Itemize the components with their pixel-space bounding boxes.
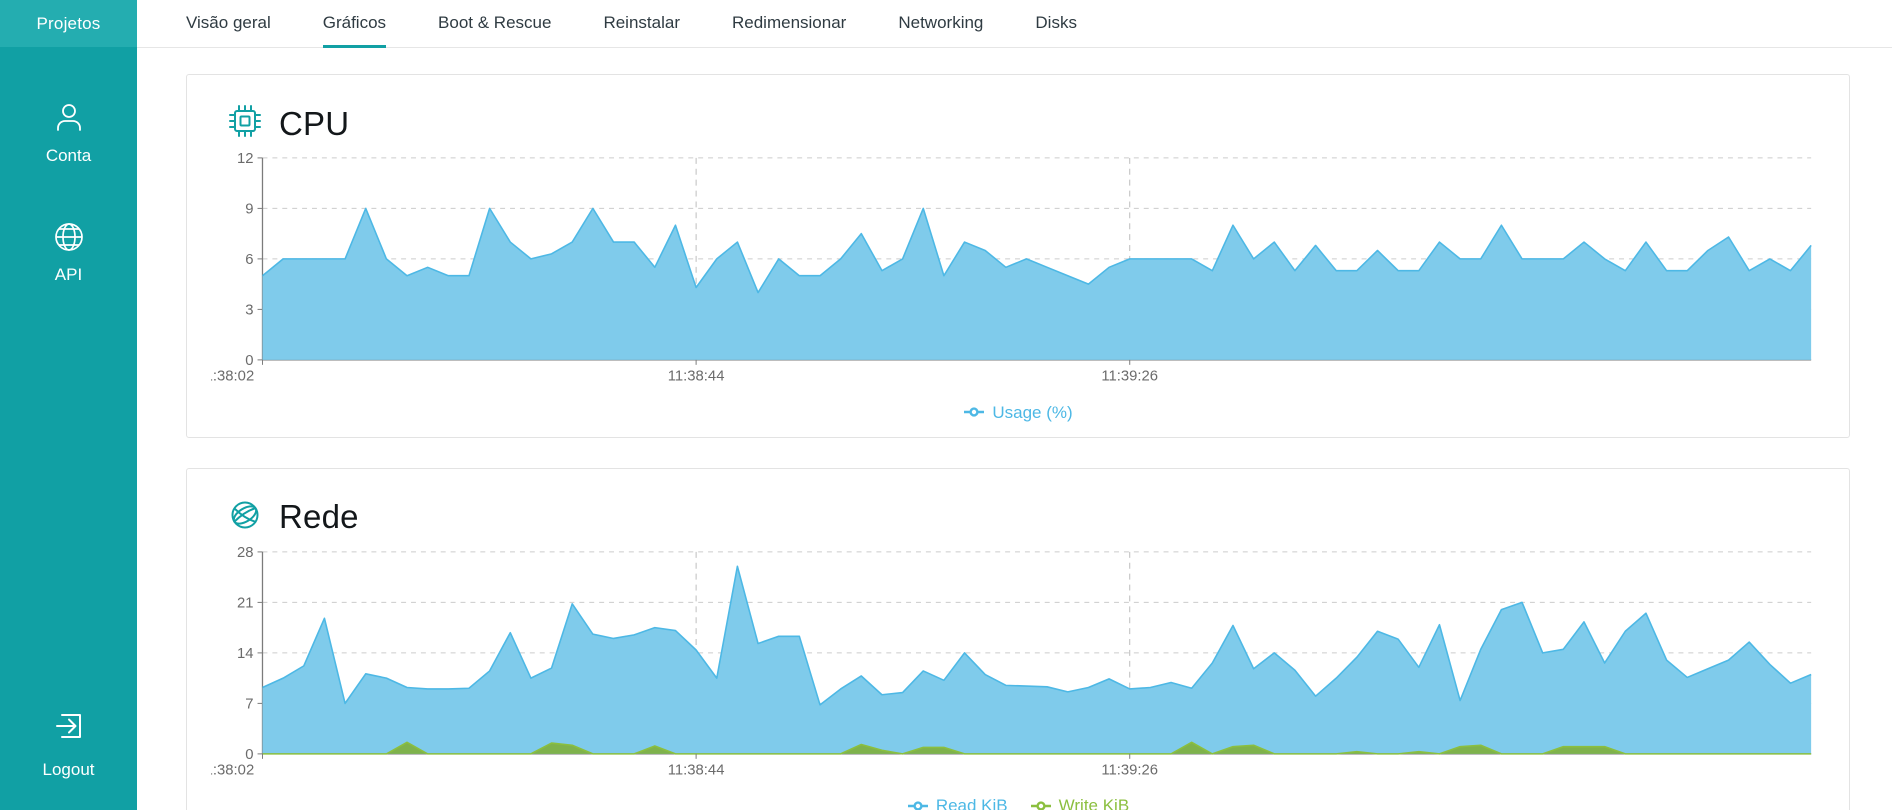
tab-label: Gráficos — [322, 13, 387, 32]
legend-label-read-kib: Read KiB — [935, 796, 1008, 810]
chart-rede-legend: Read KiB Write KiB — [211, 797, 1825, 810]
tab-label: Networking — [898, 13, 984, 32]
sidebar-item-api[interactable]: API — [0, 202, 137, 297]
svg-text:7: 7 — [245, 696, 253, 712]
tab-label: Visão geral — [186, 13, 271, 32]
logout-icon — [49, 706, 89, 751]
sidebar-item-conta-label: Conta — [45, 146, 92, 165]
svg-text:11:39:26: 11:39:26 — [1101, 369, 1158, 385]
sidebar-header-projetos[interactable]: Projetos — [0, 0, 137, 47]
card-rede: Rede 0 7 14 21 28 11:38:02 11:38:44 11:39:26 Re… — [186, 467, 1850, 810]
cpu-chip-icon — [227, 103, 263, 144]
tab-disks[interactable]: Disks — [1035, 0, 1077, 47]
tab-label: Redimensionar — [732, 13, 847, 32]
main-content: Visão geral Gráficos Boot & Rescue Reins… — [137, 0, 1892, 810]
svg-text:3: 3 — [245, 302, 253, 318]
tabbar: Visão geral Gráficos Boot & Rescue Reins… — [137, 0, 1892, 48]
globe-icon — [48, 216, 90, 258]
legend-item-read-kib[interactable]: Read KiB — [907, 797, 1008, 810]
svg-text:28: 28 — [237, 544, 254, 560]
svg-text:9: 9 — [245, 201, 253, 217]
legend-item-write-kib[interactable]: Write KiB — [1030, 796, 1130, 810]
svg-text:11:38:02: 11:38:02 — [211, 762, 254, 778]
chart-rede[interactable]: 0 7 14 21 28 11:38:02 11:38:44 11:39:26 — [211, 542, 1825, 790]
charts-container: CPU 0 3 6 9 12 11:38:02 11:38:44 11:39:26 Usage… — [137, 48, 1892, 810]
card-cpu-title: CPU — [279, 104, 350, 142]
svg-text:11:38:02: 11:38:02 — [211, 369, 254, 385]
sidebar-item-logout[interactable]: Logout — [0, 706, 137, 810]
chart-rede-svg[interactable]: 0 7 14 21 28 11:38:02 11:38:44 11:39:26 — [211, 542, 1825, 790]
user-icon — [49, 97, 89, 139]
card-rede-title: Rede — [279, 498, 359, 536]
svg-text:6: 6 — [245, 252, 253, 268]
tab-redimensionar[interactable]: Redimensionar — [732, 0, 846, 47]
legend-label-usage: Usage (%) — [992, 402, 1073, 422]
network-globe-icon — [227, 497, 263, 538]
card-cpu: CPU 0 3 6 9 12 11:38:02 11:38:44 11:39:26 Usage… — [186, 74, 1850, 438]
tab-reinstalar[interactable]: Reinstalar — [603, 0, 680, 47]
card-rede-header: Rede — [227, 497, 1825, 538]
tab-visao-geral[interactable]: Visão geral — [186, 0, 271, 47]
legend-label-write-kib: Write KiB — [1058, 796, 1130, 810]
tab-graficos[interactable]: Gráficos — [322, 0, 387, 48]
app-root: Projetos Conta API Logout Visão geral Gr… — [0, 0, 1892, 810]
sidebar-item-api-label: API — [54, 265, 83, 284]
tab-label: Disks — [1035, 13, 1077, 32]
tab-networking[interactable]: Networking — [898, 0, 983, 47]
legend-item-usage[interactable]: Usage (%) — [963, 402, 1073, 422]
svg-text:0: 0 — [245, 353, 253, 369]
sidebar-logout-label: Logout — [42, 760, 95, 779]
legend-marker-icon — [907, 800, 928, 810]
svg-text:14: 14 — [237, 645, 254, 661]
sidebar-header-label: Projetos — [36, 13, 101, 33]
sidebar-item-conta[interactable]: Conta — [0, 83, 137, 178]
svg-text:11:38:44: 11:38:44 — [668, 369, 725, 385]
svg-text:0: 0 — [245, 746, 253, 762]
chart-cpu-legend: Usage (%) — [211, 404, 1825, 421]
svg-text:11:38:44: 11:38:44 — [668, 762, 725, 778]
tab-label: Reinstalar — [603, 13, 680, 32]
card-cpu-header: CPU — [227, 103, 1825, 144]
svg-text:11:39:26: 11:39:26 — [1101, 762, 1158, 778]
legend-marker-icon — [964, 407, 985, 417]
svg-text:12: 12 — [237, 151, 254, 167]
legend-marker-icon — [1030, 800, 1051, 810]
sidebar-nav: Conta API — [0, 47, 137, 321]
chart-cpu[interactable]: 0 3 6 9 12 11:38:02 11:38:44 11:39:26 — [211, 148, 1825, 396]
sidebar: Projetos Conta API Logout — [0, 0, 137, 810]
chart-cpu-svg[interactable]: 0 3 6 9 12 11:38:02 11:38:44 11:39:26 — [211, 148, 1825, 396]
tab-boot-rescue[interactable]: Boot & Rescue — [438, 0, 551, 47]
svg-text:21: 21 — [237, 595, 254, 611]
tab-label: Boot & Rescue — [438, 13, 552, 32]
